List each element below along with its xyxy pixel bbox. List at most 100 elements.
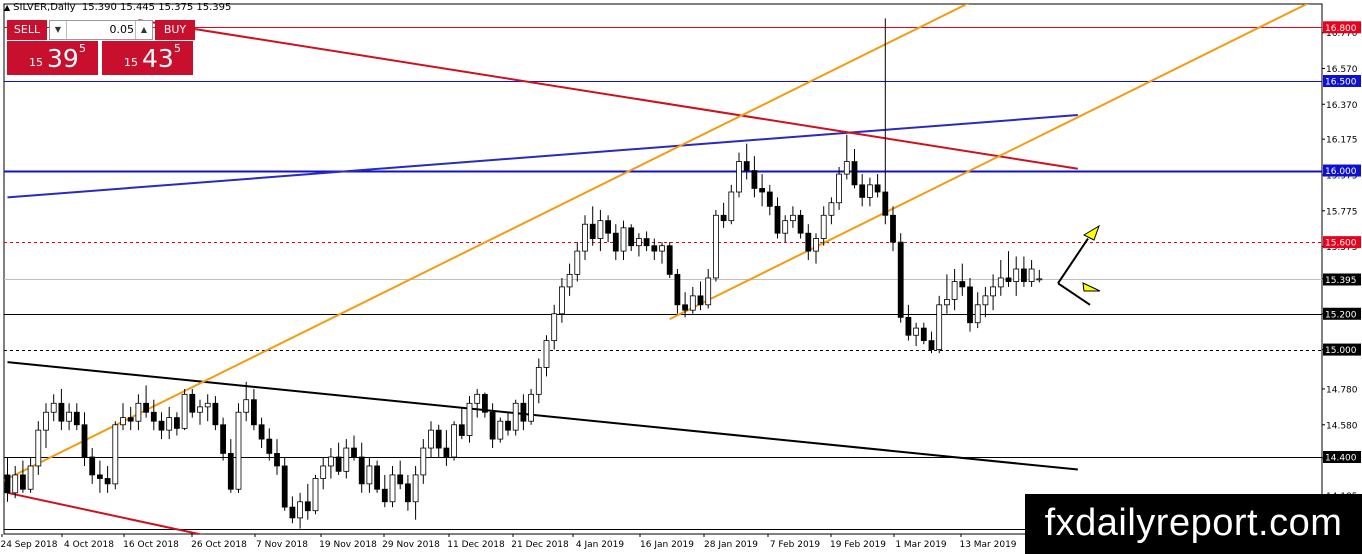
level-label-16.800: 16.800 <box>1325 24 1357 34</box>
x-tick-label: 19 Feb 2019 <box>830 540 886 550</box>
candle-body <box>820 214 827 239</box>
candle-body <box>867 184 873 198</box>
x-tick-label: 19 Nov 2018 <box>319 540 377 550</box>
lot-size-value[interactable]: 0.05 <box>68 21 135 39</box>
y-tick-label: 16.175 <box>1326 136 1358 146</box>
candle-body <box>428 429 434 449</box>
candle-body <box>143 402 150 413</box>
candle-body <box>227 453 234 490</box>
x-tick-label: 11 Dec 2018 <box>447 540 505 550</box>
candle-body <box>920 327 927 342</box>
candle-body <box>304 501 311 512</box>
candle-body <box>81 424 88 458</box>
candle-body <box>489 411 496 440</box>
candle-body <box>181 393 188 429</box>
candle-body <box>274 453 280 467</box>
buy-quote-pips: 43 <box>142 44 174 73</box>
candle-body <box>420 447 427 476</box>
candle-body <box>1005 277 1012 282</box>
x-tick-label: 28 Jan 2019 <box>704 540 758 550</box>
candle-body <box>605 220 611 234</box>
candle-body <box>1036 278 1043 281</box>
candle-body <box>389 474 396 503</box>
candle-body <box>936 304 943 350</box>
candle-body <box>327 456 334 467</box>
candle-body <box>43 411 49 431</box>
chevron-up-icon[interactable]: ▲ <box>135 21 152 39</box>
candle-body <box>689 295 696 311</box>
candle-body <box>990 286 996 297</box>
candle-body <box>289 506 296 519</box>
candle-body <box>412 474 419 503</box>
candle-body <box>751 170 758 189</box>
candle-body <box>1021 268 1027 282</box>
sell-quote-big-figure: 15 <box>29 56 43 69</box>
candle-body <box>774 205 781 234</box>
level-label-15.000: 15.000 <box>1325 346 1357 356</box>
buy-button[interactable]: BUY <box>155 20 195 40</box>
candle-body <box>374 465 381 490</box>
chevron-down-icon[interactable]: ▼ <box>50 21 67 39</box>
candle-body <box>944 299 950 306</box>
level-label-16.000: 16.000 <box>1325 167 1357 177</box>
candle-body <box>135 402 142 422</box>
candle-body <box>404 483 411 503</box>
candle-body <box>35 429 42 467</box>
candle-body <box>859 184 866 198</box>
candle-body <box>520 402 527 422</box>
candle-body <box>12 474 19 494</box>
x-tick-label: 1 Mar 2019 <box>895 540 947 550</box>
price-chart[interactable]: 16.77016.57016.37016.17515.97515.77515.5… <box>0 0 1362 554</box>
candle-body <box>335 456 342 472</box>
candle-body <box>643 238 650 247</box>
buy-quote-fraction: 5 <box>174 42 181 55</box>
candle-body <box>73 411 80 426</box>
candle-body <box>959 281 966 288</box>
candle-body <box>666 245 673 275</box>
candle-body <box>705 277 712 306</box>
candle-body <box>512 402 519 431</box>
watermark-brand: fxdailyreport.com <box>1025 494 1362 554</box>
candle-body <box>828 202 835 216</box>
ohlc-readout: 15.390 15.445 15.375 15.395 <box>81 2 232 13</box>
candle-body <box>728 191 735 222</box>
level-label-15.200: 15.200 <box>1325 310 1357 320</box>
candle-body <box>582 223 588 252</box>
buy-quote[interactable]: 15 43 5 <box>102 41 193 75</box>
level-label-15.600: 15.600 <box>1325 239 1357 249</box>
candle-body <box>905 316 912 336</box>
candle-body <box>150 411 157 422</box>
candle-body <box>250 399 257 426</box>
candle-body <box>497 420 504 440</box>
candle-body <box>158 420 165 431</box>
candle-body <box>897 241 904 318</box>
x-tick-label: 16 Jan 2019 <box>640 540 694 550</box>
candle-body <box>351 447 357 458</box>
candle-body <box>651 245 658 252</box>
candle-body <box>682 304 688 311</box>
candle-body <box>736 161 742 193</box>
candle-body <box>551 313 558 342</box>
sell-button[interactable]: SELL <box>7 20 47 40</box>
y-tick-label: 14.580 <box>1326 421 1358 431</box>
candle-body <box>843 161 850 175</box>
lot-size-stepper[interactable]: ▼ 0.05 ▲ <box>49 20 153 40</box>
collapse-triangle-icon[interactable]: ▲ <box>4 3 10 12</box>
sell-quote[interactable]: 15 39 5 <box>7 41 98 75</box>
candle-body <box>466 402 473 436</box>
candle-body <box>435 429 442 449</box>
candle-body <box>1013 268 1020 282</box>
candle-body <box>797 214 804 234</box>
candle-body <box>120 417 126 426</box>
candle-body <box>166 417 173 431</box>
candle-body <box>628 227 635 247</box>
candle-body <box>312 478 319 512</box>
candle-body <box>66 411 72 422</box>
candle-body <box>243 399 250 413</box>
candle-body <box>597 220 604 239</box>
symbol-label: SILVER,Daily <box>13 2 76 13</box>
sell-quote-fraction: 5 <box>79 42 86 55</box>
candle-body <box>358 456 365 485</box>
candle-body <box>974 304 981 324</box>
candle-body <box>4 474 11 494</box>
